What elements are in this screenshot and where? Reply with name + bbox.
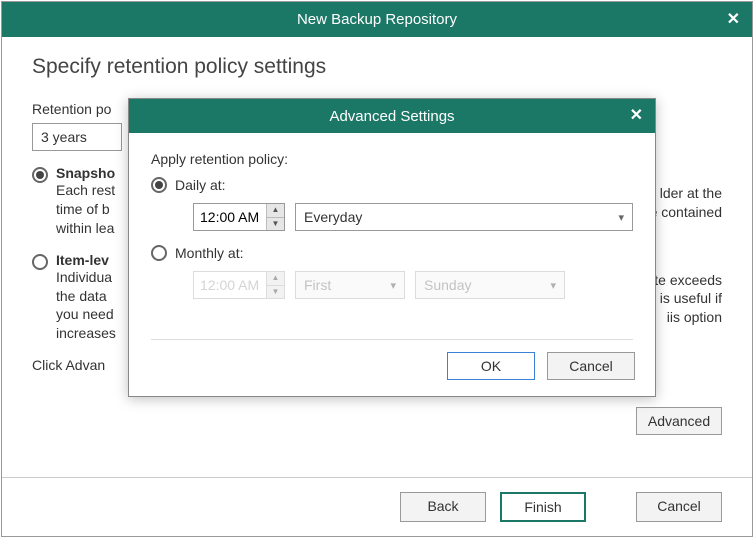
modal-close-icon[interactable]: ✕ (630, 105, 643, 125)
window-footer: Back Finish Cancel (2, 477, 752, 536)
snapshot-desc-2: time of b (56, 200, 115, 219)
daily-label: Daily at: (175, 177, 226, 193)
monthly-time-input (194, 272, 266, 298)
window-titlebar: New Backup Repository ✕ (2, 2, 752, 37)
daily-day-value: Everyday (304, 209, 362, 225)
daily-option-row[interactable]: Daily at: (151, 177, 633, 193)
spin-up-icon: ▲ (267, 272, 284, 286)
modal-title: Advanced Settings (329, 108, 454, 125)
daily-day-dropdown[interactable]: Everyday ▾ (295, 203, 633, 231)
monthly-time-spinner: ▲ ▼ (193, 271, 285, 299)
cancel-button[interactable]: Cancel (636, 492, 722, 522)
spin-down-icon: ▼ (267, 286, 284, 299)
main-window: New Backup Repository ✕ Specify retentio… (1, 1, 753, 537)
monthly-spin-buttons: ▲ ▼ (266, 272, 284, 298)
snapshot-title: Snapsho (56, 165, 115, 181)
monthly-day-value: Sunday (424, 277, 471, 293)
item-level-title: Item-lev (56, 252, 116, 268)
snapshot-radio[interactable] (32, 167, 48, 183)
monthly-radio[interactable] (151, 245, 167, 261)
item-level-desc-3: you need (56, 305, 116, 324)
monthly-ordinal-dropdown: First ▾ (295, 271, 405, 299)
monthly-ordinal-value: First (304, 277, 331, 293)
item-level-radio[interactable] (32, 254, 48, 270)
modal-body: Apply retention policy: Daily at: ▲ ▼ Ev… (129, 133, 655, 340)
item-level-desc-2: the data (56, 287, 116, 306)
daily-time-spinner[interactable]: ▲ ▼ (193, 203, 285, 231)
window-close-icon[interactable]: ✕ (727, 9, 740, 29)
monthly-day-dropdown: Sunday ▾ (415, 271, 565, 299)
snapshot-desc-1: Each rest (56, 181, 115, 200)
modal-titlebar: Advanced Settings ✕ (129, 99, 655, 133)
daily-controls: ▲ ▼ Everyday ▾ (193, 203, 633, 231)
snapshot-rdesc-1: lder at the (650, 184, 722, 203)
spin-up-icon[interactable]: ▲ (267, 204, 284, 218)
page-heading: Specify retention policy settings (32, 55, 722, 79)
chevron-down-icon: ▾ (550, 279, 556, 292)
daily-spin-buttons[interactable]: ▲ ▼ (266, 204, 284, 230)
item-level-desc-4: increases (56, 324, 116, 343)
snapshot-desc-3: within lea (56, 219, 115, 238)
chevron-down-icon: ▾ (618, 211, 624, 224)
modal-footer: OK Cancel (129, 340, 655, 396)
window-title: New Backup Repository (297, 11, 457, 28)
retention-policy-field[interactable]: 3 years (32, 123, 122, 151)
modal-cancel-button[interactable]: Cancel (547, 352, 635, 380)
back-button[interactable]: Back (400, 492, 486, 522)
finish-button[interactable]: Finish (500, 492, 586, 522)
monthly-controls: ▲ ▼ First ▾ Sunday ▾ (193, 271, 633, 299)
snapshot-rdesc-2: e contained (650, 203, 722, 222)
daily-radio[interactable] (151, 177, 167, 193)
chevron-down-icon: ▾ (390, 279, 396, 292)
item-level-desc-1: Individua (56, 268, 116, 287)
advanced-button[interactable]: Advanced (636, 407, 722, 435)
apply-retention-label: Apply retention policy: (151, 151, 633, 167)
monthly-label: Monthly at: (175, 245, 243, 261)
modal-ok-button[interactable]: OK (447, 352, 535, 380)
spin-down-icon[interactable]: ▼ (267, 218, 284, 231)
advanced-settings-modal: Advanced Settings ✕ Apply retention poli… (128, 98, 656, 397)
daily-time-input[interactable] (194, 204, 266, 230)
monthly-option-row[interactable]: Monthly at: (151, 245, 633, 261)
